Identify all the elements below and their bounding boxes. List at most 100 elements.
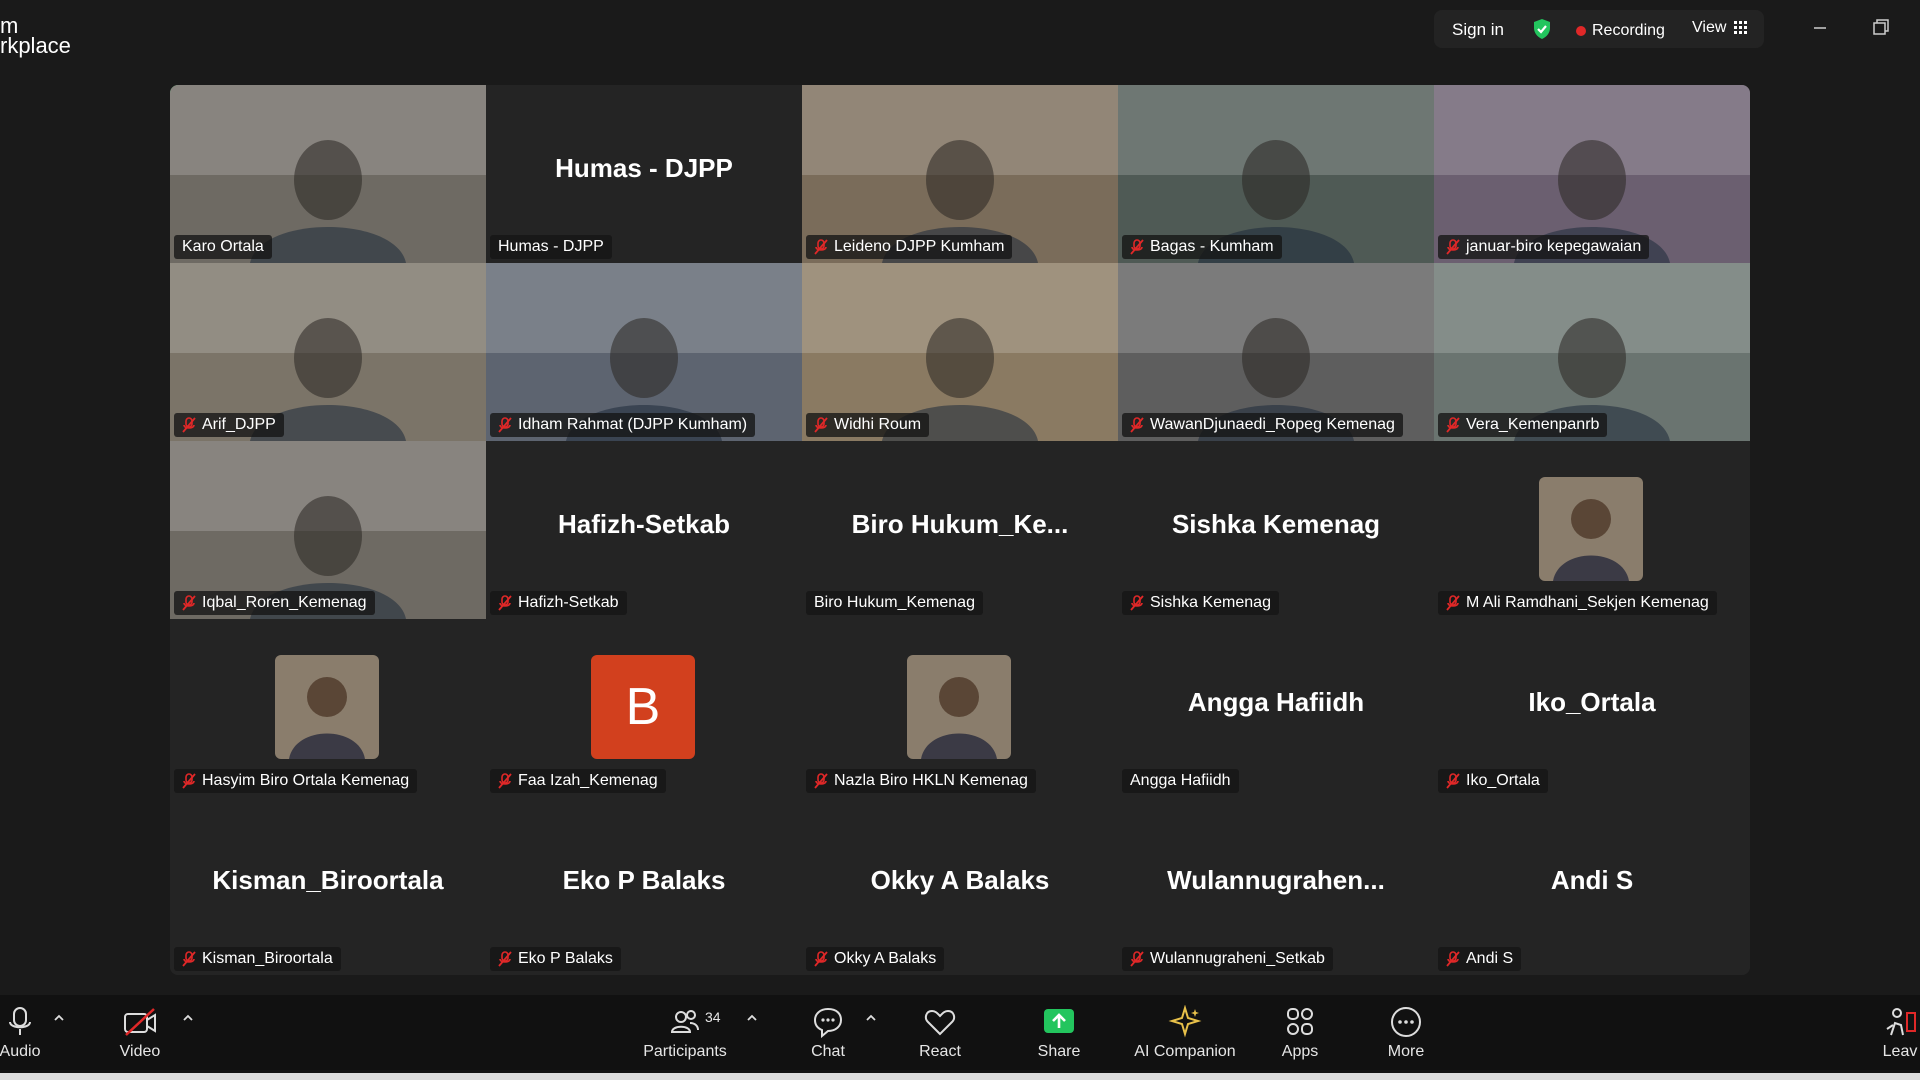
participant-name-text: M Ali Ramdhani_Sekjen Kemenag	[1466, 594, 1709, 611]
mic-muted-icon	[1446, 417, 1460, 433]
participant-tile[interactable]: Bagas - Kumham	[1118, 85, 1434, 263]
ai-companion-button[interactable]: AI Companion	[1132, 1005, 1238, 1061]
participant-name-text: Iqbal_Roren_Kemenag	[202, 594, 367, 611]
mic-muted-icon	[182, 417, 196, 433]
mic-muted-icon	[814, 951, 828, 967]
participant-display-name: Angga Hafiidh	[1187, 687, 1365, 717]
participant-name-text: Sishka Kemenag	[1150, 594, 1271, 611]
participant-name-text: Andi S	[1466, 950, 1514, 967]
participant-tile[interactable]: Iqbal_Roren_Kemenag	[170, 441, 486, 619]
leave-icon	[1886, 1008, 1916, 1036]
audio-caret-icon[interactable]	[52, 1013, 66, 1023]
participant-tile[interactable]: M Ali Ramdhani_Sekjen Kemenag	[1434, 441, 1750, 619]
participant-tile[interactable]: Nazla Biro HKLN Kemenag	[802, 619, 1118, 797]
mic-muted-icon	[498, 595, 512, 611]
participant-tile[interactable]: WawanDjunaedi_Ropeg Kemenag	[1118, 263, 1434, 441]
mic-muted-icon	[498, 773, 512, 789]
recording-indicator[interactable]: Recording	[1576, 22, 1665, 40]
participants-caret-icon[interactable]	[745, 1013, 759, 1023]
video-off-icon	[124, 1008, 156, 1036]
participant-tile[interactable]: Sishka Kemenag Sishka Kemenag	[1118, 441, 1434, 619]
participant-name-text: Hafizh-Setkab	[518, 594, 619, 611]
grid-icon	[1734, 21, 1748, 34]
apps-button[interactable]: Apps	[1280, 1005, 1320, 1061]
participant-tile[interactable]: Andi S Andi S	[1434, 797, 1750, 975]
participant-name-text: Okky A Balaks	[834, 950, 937, 967]
chat-label: Chat	[811, 1043, 845, 1060]
participant-name-text: Vera_Kemenpanrb	[1466, 416, 1600, 433]
participant-tile[interactable]: Wulannugrahen... Wulannugraheni_Setkab	[1118, 797, 1434, 975]
ai-companion-label: AI Companion	[1134, 1043, 1236, 1060]
participant-name-label: Iqbal_Roren_Kemenag	[174, 591, 375, 615]
mic-muted-icon	[814, 417, 828, 433]
mic-muted-icon	[1130, 239, 1144, 255]
share-button[interactable]: Share	[1036, 1005, 1082, 1061]
participant-name-label: Vera_Kemenpanrb	[1438, 413, 1608, 437]
microphone-icon	[9, 1007, 31, 1035]
participant-tile[interactable]: Humas - DJPP Humas - DJPP	[486, 85, 802, 263]
participant-tile[interactable]: Kisman_Biroortala Kisman_Biroortala	[170, 797, 486, 975]
participant-tile[interactable]: Leideno DJPP Kumham	[802, 85, 1118, 263]
participant-name-label: Humas - DJPP	[490, 235, 612, 259]
participant-tile[interactable]: Karo Ortala	[170, 85, 486, 263]
participant-display-name: Andi S	[1550, 865, 1634, 895]
participant-name-label: Bagas - Kumham	[1122, 235, 1282, 259]
chat-icon	[813, 1007, 843, 1039]
view-button[interactable]: View	[1692, 19, 1748, 37]
participant-name-label: Sishka Kemenag	[1122, 591, 1279, 615]
participant-tile[interactable]: Vera_Kemenpanrb	[1434, 263, 1750, 441]
sign-in-button[interactable]: Sign in	[1452, 20, 1504, 40]
apps-icon	[1287, 1008, 1313, 1035]
apps-label: Apps	[1281, 1043, 1319, 1060]
participant-tile[interactable]: Widhi Roum	[802, 263, 1118, 441]
participant-tile[interactable]: Iko_Ortala Iko_Ortala	[1434, 619, 1750, 797]
minimize-icon[interactable]	[1802, 12, 1838, 44]
participant-name-label: januar-biro kepegawaian	[1438, 235, 1650, 259]
mic-muted-icon	[1130, 595, 1144, 611]
participant-tile[interactable]: Hasyim Biro Ortala Kemenag	[170, 619, 486, 797]
mic-muted-icon	[1130, 951, 1144, 967]
react-button[interactable]: React	[918, 1005, 962, 1061]
participant-name-label: Okky A Balaks	[806, 947, 945, 971]
mic-muted-icon	[814, 773, 828, 789]
participant-name-text: Idham Rahmat (DJPP Kumham)	[518, 416, 748, 433]
participant-tile[interactable]: Idham Rahmat (DJPP Kumham)	[486, 263, 802, 441]
video-caret-icon[interactable]	[181, 1013, 195, 1023]
participant-name-label: Idham Rahmat (DJPP Kumham)	[490, 413, 756, 437]
participant-tile[interactable]: Angga Hafiidh Angga Hafiidh	[1118, 619, 1434, 797]
participant-tile[interactable]: Arif_DJPP	[170, 263, 486, 441]
participant-tile[interactable]: Biro Hukum_Ke... Biro Hukum_Kemenag	[802, 441, 1118, 619]
shield-icon[interactable]	[1530, 17, 1554, 41]
participant-name-label: Widhi Roum	[806, 413, 930, 437]
chat-caret-icon[interactable]	[864, 1013, 878, 1023]
participant-name-text: Eko P Balaks	[518, 950, 613, 967]
participants-icon	[670, 1010, 699, 1033]
avatar	[275, 655, 379, 759]
participant-name-label: Leideno DJPP Kumham	[806, 235, 1013, 259]
participant-display-name: Kisman_Biroortala	[212, 865, 444, 895]
leave-button[interactable]: Leav	[1880, 1005, 1920, 1061]
recording-label: Recording	[1592, 22, 1665, 39]
top-bar: m rkplace Sign in Recording View	[0, 0, 1920, 58]
react-label: React	[919, 1043, 961, 1060]
participant-name-text: Humas - DJPP	[498, 238, 604, 255]
chat-button[interactable]: Chat	[808, 1005, 848, 1061]
share-screen-icon	[1044, 1009, 1074, 1033]
participant-tile[interactable]: B Faa Izah_Kemenag	[486, 619, 802, 797]
participants-label: Participants	[643, 1043, 727, 1060]
restore-icon[interactable]	[1862, 12, 1898, 44]
participant-tile[interactable]: januar-biro kepegawaian	[1434, 85, 1750, 263]
avatar	[1539, 477, 1643, 581]
participant-tile[interactable]: Hafizh-Setkab Hafizh-Setkab	[486, 441, 802, 619]
participant-tile[interactable]: Eko P Balaks Eko P Balaks	[486, 797, 802, 975]
participant-name-text: Angga Hafiidh	[1130, 772, 1231, 789]
participant-tile[interactable]: Okky A Balaks Okky A Balaks	[802, 797, 1118, 975]
audio-button[interactable]: Audio	[0, 1005, 40, 1061]
mic-muted-icon	[1446, 595, 1460, 611]
participant-name-label: Hafizh-Setkab	[490, 591, 627, 615]
participant-name-text: Biro Hukum_Kemenag	[814, 594, 975, 611]
participant-name-label: M Ali Ramdhani_Sekjen Kemenag	[1438, 591, 1717, 615]
more-button[interactable]: More	[1386, 1005, 1426, 1061]
video-button[interactable]: Video	[112, 1005, 168, 1061]
participant-name-label: Kisman_Biroortala	[174, 947, 341, 971]
